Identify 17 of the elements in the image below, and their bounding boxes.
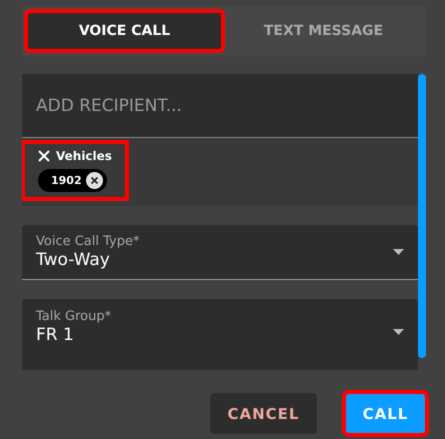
scrollbar-thumb[interactable]	[418, 74, 426, 358]
dropdown-field[interactable]: Talk Group* FR 1	[22, 299, 418, 370]
remove-icon[interactable]	[86, 172, 103, 189]
group-name: Vehicles	[56, 149, 112, 163]
field-label: Talk Group*	[36, 309, 112, 324]
recipient-chip: 1902	[38, 169, 107, 192]
field-value: Two-Way	[36, 250, 111, 270]
tab[interactable]: TEXT MESSAGE	[226, 12, 421, 50]
dropdown-field[interactable]: Voice Call Type* Two-Way	[22, 225, 418, 280]
dropdown-arrow-icon	[393, 249, 404, 256]
close-icon[interactable]	[38, 150, 50, 162]
dropdown-arrow-icon	[393, 329, 404, 336]
cancel-button[interactable]: CANCEL	[210, 393, 317, 434]
tab[interactable]: VOICE CALL	[27, 12, 222, 50]
recipient-field[interactable]: ADD RECIPIENT...	[22, 74, 418, 138]
field-value: FR 1	[36, 325, 75, 346]
field-label: Voice Call Type*	[36, 234, 140, 250]
